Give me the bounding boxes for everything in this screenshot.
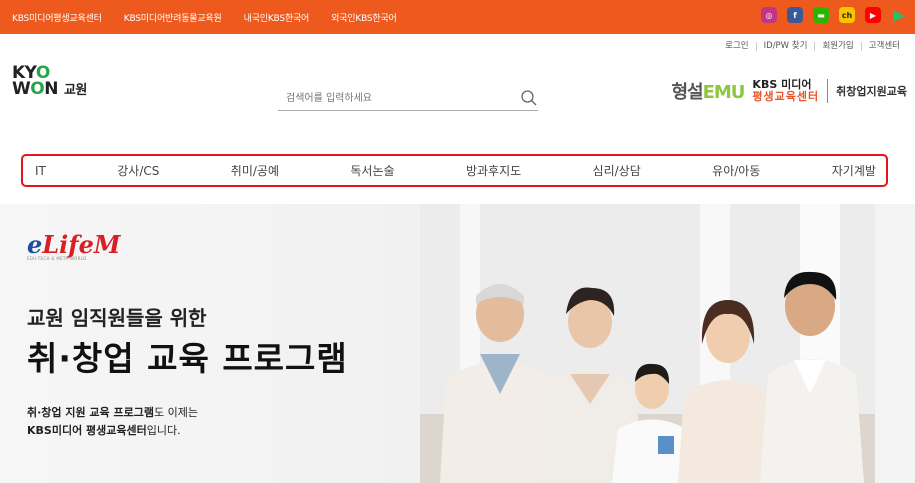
search-box bbox=[278, 86, 538, 111]
support-link[interactable]: 고객센터 bbox=[860, 42, 907, 51]
category-nav: IT 강사/CS 취미/공예 독서논술 방과후지도 심리/상담 유아/아동 자기… bbox=[21, 154, 888, 187]
login-link[interactable]: 로그인 bbox=[718, 42, 755, 51]
family-link-kbs-korean-domestic[interactable]: 내국인KBS한국어 bbox=[244, 11, 310, 24]
kakao-channel-icon[interactable]: ch bbox=[839, 7, 855, 23]
partner-logos: 형설EMU KBS 미디어 평생교육센터 취창업지원교육 bbox=[671, 78, 907, 104]
youtube-icon[interactable]: ▶ bbox=[865, 7, 881, 23]
elifem-logo: eLifeM EDU-TECH & META-WORLD bbox=[27, 230, 121, 261]
find-id-pw-link[interactable]: ID/PW 찾기 bbox=[755, 42, 815, 51]
employment-support-label[interactable]: 취창업지원교육 bbox=[836, 83, 907, 99]
blog-icon[interactable]: ▬ bbox=[813, 7, 829, 23]
top-bar: KBS미디어평생교육센터 KBS미디어반려동물교육원 내국인KBS한국어 외국인… bbox=[0, 0, 915, 34]
nav-item-psychology[interactable]: 심리/상담 bbox=[593, 162, 641, 179]
instagram-icon[interactable]: ◎ bbox=[761, 7, 777, 23]
family-link-kbs-lifelong[interactable]: KBS미디어평생교육센터 bbox=[12, 11, 102, 24]
nav-item-it[interactable]: IT bbox=[35, 164, 46, 178]
search-input[interactable] bbox=[278, 87, 524, 110]
family-link-kbs-korean-foreign[interactable]: 외국인KBS한국어 bbox=[331, 11, 397, 24]
hero-banner[interactable]: eLifeM EDU-TECH & META-WORLD 교원 임직원들을 위한… bbox=[0, 204, 915, 483]
nav-item-hobby-craft[interactable]: 취미/공예 bbox=[231, 162, 279, 179]
join-link[interactable]: 회원가입 bbox=[814, 42, 860, 51]
kbs-media-logo[interactable]: KBS 미디어 평생교육센터 bbox=[752, 79, 819, 103]
kyowon-logo[interactable]: KYO WON 교원 bbox=[12, 65, 87, 99]
nav-item-instructor-cs[interactable]: 강사/CS bbox=[117, 162, 159, 179]
family-site-links: KBS미디어평생교육센터 KBS미디어반려동물교육원 내국인KBS한국어 외국인… bbox=[12, 0, 397, 34]
nav-item-self-development[interactable]: 자기계발 bbox=[832, 162, 876, 179]
facebook-icon[interactable]: f bbox=[787, 7, 803, 23]
nav-item-afterschool[interactable]: 방과후지도 bbox=[466, 162, 521, 179]
family-link-kbs-pet[interactable]: KBS미디어반려동물교육원 bbox=[124, 11, 222, 24]
hyungseol-emu-logo[interactable]: 형설EMU bbox=[671, 78, 745, 104]
partner-divider bbox=[827, 79, 829, 103]
sns-links: ◎ f ▬ ch ▶ ▶ bbox=[761, 6, 907, 24]
nav-item-reading-essay[interactable]: 독서논술 bbox=[350, 162, 394, 179]
logo-line2: WON 교원 bbox=[12, 79, 87, 99]
utility-links: 로그인 ID/PW 찾기 회원가입 고객센터 bbox=[718, 42, 907, 51]
hero-description: 취·창업 지원 교육 프로그램도 이제는 KBS미디어 평생교육센터입니다. bbox=[27, 406, 198, 437]
search-icon[interactable] bbox=[520, 89, 538, 107]
family-photo bbox=[420, 204, 915, 483]
hero-headline-large: 취·창업 교육 프로그램 bbox=[27, 339, 348, 378]
hero-headline-small: 교원 임직원들을 위한 bbox=[27, 306, 207, 330]
play-icon[interactable]: ▶ bbox=[891, 6, 907, 24]
nav-item-child[interactable]: 유아/아동 bbox=[712, 162, 760, 179]
